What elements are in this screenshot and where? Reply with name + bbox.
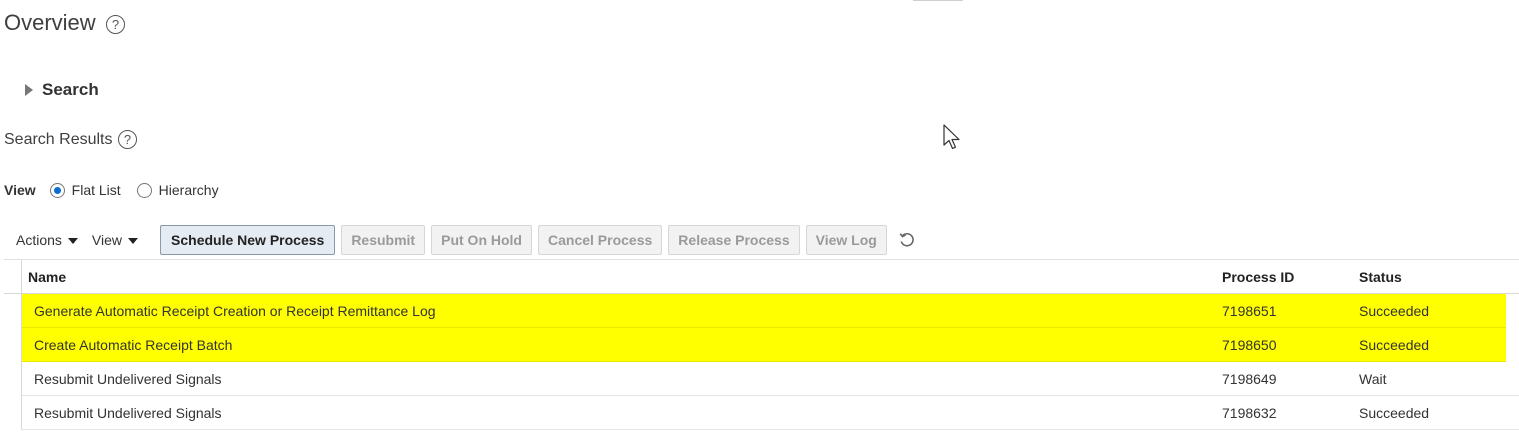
schedule-new-process-button[interactable]: Schedule New Process bbox=[160, 225, 336, 255]
row-highlight bbox=[22, 328, 1506, 362]
view-label: View bbox=[4, 182, 36, 198]
results-toolbar: Actions View Schedule New Process Resubm… bbox=[16, 225, 917, 255]
help-icon[interactable]: ? bbox=[106, 15, 125, 34]
status-cell: Succeeded bbox=[1359, 337, 1430, 353]
table-row[interactable]: Resubmit Undelivered Signals 7198632 Suc… bbox=[4, 396, 1519, 430]
expand-triangle-icon bbox=[25, 84, 33, 96]
search-section-label: Search bbox=[42, 80, 99, 99]
process-name-cell: Resubmit Undelivered Signals bbox=[34, 371, 222, 387]
row-selector-gutter bbox=[21, 396, 22, 430]
column-header-status[interactable]: Status bbox=[1359, 269, 1402, 285]
row-selector-gutter bbox=[21, 260, 22, 293]
process-table: Name Process ID Status Generate Automati… bbox=[4, 259, 1519, 433]
release-process-button[interactable]: Release Process bbox=[668, 225, 800, 255]
put-on-hold-button[interactable]: Put On Hold bbox=[431, 225, 532, 255]
view-menu-label: View bbox=[91, 232, 123, 248]
hierarchy-radio[interactable] bbox=[136, 182, 152, 198]
mouse-cursor-icon bbox=[943, 124, 960, 150]
actions-menu[interactable]: Actions bbox=[16, 232, 78, 248]
process-id-cell: 7198649 bbox=[1222, 371, 1277, 387]
top-tab-edge bbox=[913, 0, 963, 1]
cancel-process-button[interactable]: Cancel Process bbox=[538, 225, 663, 255]
view-menu[interactable]: View bbox=[91, 232, 139, 248]
chevron-down-icon bbox=[128, 238, 139, 244]
resubmit-button[interactable]: Resubmit bbox=[341, 225, 426, 255]
process-name-cell: Generate Automatic Receipt Creation or R… bbox=[34, 303, 436, 319]
table-row[interactable]: Create Automatic Receipt Batch 7198650 S… bbox=[4, 328, 1519, 362]
column-header-name[interactable]: Name bbox=[28, 269, 66, 285]
column-header-process-id[interactable]: Process ID bbox=[1222, 269, 1294, 285]
process-name-cell: Create Automatic Receipt Batch bbox=[34, 337, 233, 353]
view-mode-selector: View Flat List Hierarchy bbox=[4, 180, 235, 200]
search-results-title: Search Results bbox=[4, 131, 113, 148]
chevron-down-icon bbox=[67, 238, 78, 244]
table-header: Name Process ID Status bbox=[4, 259, 1519, 294]
table-row[interactable]: Generate Automatic Receipt Creation or R… bbox=[4, 294, 1519, 328]
flat-list-label[interactable]: Flat List bbox=[72, 182, 121, 198]
actions-menu-label: Actions bbox=[16, 232, 62, 248]
process-name-cell: Resubmit Undelivered Signals bbox=[34, 405, 222, 421]
status-cell: Succeeded bbox=[1359, 405, 1430, 421]
table-row[interactable]: Resubmit Undelivered Signals 7198649 Wai… bbox=[4, 362, 1519, 396]
flat-list-radio[interactable] bbox=[49, 182, 65, 198]
process-id-cell: 7198650 bbox=[1222, 337, 1277, 353]
page-title: Overview bbox=[4, 10, 96, 35]
refresh-icon[interactable] bbox=[897, 230, 917, 250]
hierarchy-label[interactable]: Hierarchy bbox=[159, 182, 219, 198]
row-selector-gutter bbox=[21, 362, 22, 396]
row-divider bbox=[22, 429, 1519, 430]
process-id-cell: 7198632 bbox=[1222, 405, 1277, 421]
process-id-cell: 7198651 bbox=[1222, 303, 1277, 319]
status-cell: Wait bbox=[1359, 371, 1387, 387]
view-log-button[interactable]: View Log bbox=[805, 225, 887, 255]
search-disclosure[interactable]: Search bbox=[25, 80, 99, 100]
status-cell: Succeeded bbox=[1359, 303, 1430, 319]
help-icon[interactable]: ? bbox=[118, 130, 137, 149]
